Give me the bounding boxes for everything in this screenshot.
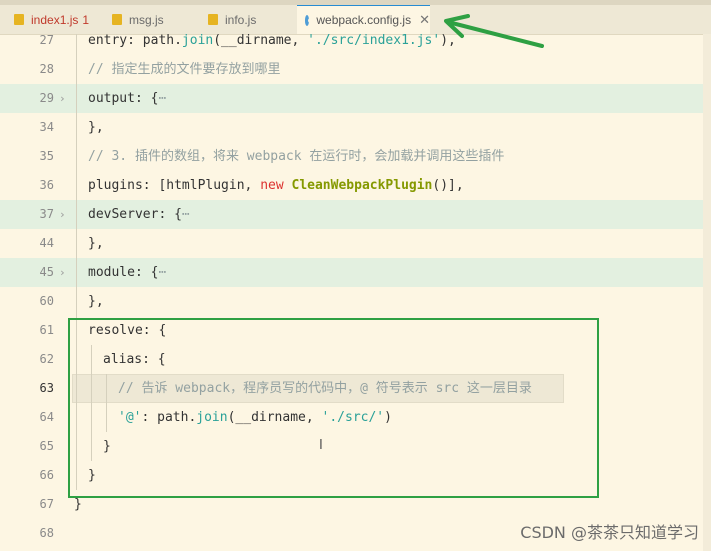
webpack-config-icon [305, 14, 314, 26]
line-number: 44 [39, 236, 54, 250]
code-line: 35 // 3. 插件的数组，将来 webpack 在运行时，会加载并调用这些插… [0, 142, 711, 171]
line-number: 35 [39, 149, 54, 163]
line-number: 61 [39, 323, 54, 337]
code-text: }, [88, 294, 104, 309]
fold-chevron-icon[interactable]: › [59, 84, 66, 113]
comment-text: // 3. 插件的数组，将来 webpack 在运行时，会加载并调用这些插件 [88, 149, 505, 164]
code-line: 27 entry: path.join(__dirname, './src/in… [0, 26, 711, 55]
code-line-folded: 37 › devServer: {⋯ [0, 200, 711, 229]
js-file-icon [112, 14, 122, 25]
line-number: 68 [39, 526, 54, 540]
code-text: entry: path.join(__dirname, './src/index… [88, 33, 456, 48]
code-line-folded: 29 › output: {⋯ [0, 84, 711, 113]
code-line: 28 // 指定生成的文件要存放到哪里 [0, 55, 711, 84]
watermark: CSDN @茶茶只知道学习 [520, 523, 699, 542]
tab-label: index1.js [31, 12, 79, 27]
fold-chevron-icon[interactable]: › [59, 200, 66, 229]
vertical-scrollbar[interactable] [703, 34, 711, 551]
code-text: }, [88, 236, 104, 251]
code-line: 36 plugins: [htmlPlugin, new CleanWebpac… [0, 171, 711, 200]
line-number: 37 [39, 207, 54, 221]
folded-ellipsis: ⋯ [158, 91, 167, 106]
line-number: 28 [39, 62, 54, 76]
tab-label: info.js [225, 12, 257, 27]
line-number: 62 [39, 352, 54, 366]
line-number: 67 [39, 497, 54, 511]
fold-chevron-icon[interactable]: › [59, 258, 66, 287]
folded-ellipsis: ⋯ [181, 207, 190, 222]
code-line-folded: 45 › module: {⋯ [0, 258, 711, 287]
js-file-icon [14, 14, 24, 25]
line-number: 36 [39, 178, 54, 192]
js-file-icon [208, 14, 218, 25]
code-line: 44 }, [0, 229, 711, 258]
problem-count-badge: 1 [82, 12, 90, 27]
tab-label: webpack.config.js [316, 13, 412, 27]
code-line: 34 }, [0, 113, 711, 142]
line-number: 29 [39, 91, 54, 105]
folded-ellipsis: ⋯ [158, 265, 167, 280]
code-text: plugins: [htmlPlugin, new CleanWebpackPl… [88, 178, 464, 193]
code-text: devServer: {⋯ [88, 207, 190, 222]
code-text: module: {⋯ [88, 265, 167, 280]
tab-label: msg.js [129, 12, 164, 27]
code-text: output: {⋯ [88, 91, 167, 106]
line-number: 60 [39, 294, 54, 308]
line-number: 63 [39, 381, 54, 395]
line-number: 64 [39, 410, 54, 424]
annotation-highlight-box [68, 318, 599, 498]
line-number: 34 [39, 120, 54, 134]
line-number: 45 [39, 265, 54, 279]
line-number: 65 [39, 439, 54, 453]
code-line: 60 }, [0, 287, 711, 316]
code-text: }, [88, 120, 104, 135]
text-cursor-icon: I [319, 438, 323, 453]
comment-text: // 指定生成的文件要存放到哪里 [88, 62, 281, 77]
line-number: 27 [39, 33, 54, 47]
line-number: 66 [39, 468, 54, 482]
